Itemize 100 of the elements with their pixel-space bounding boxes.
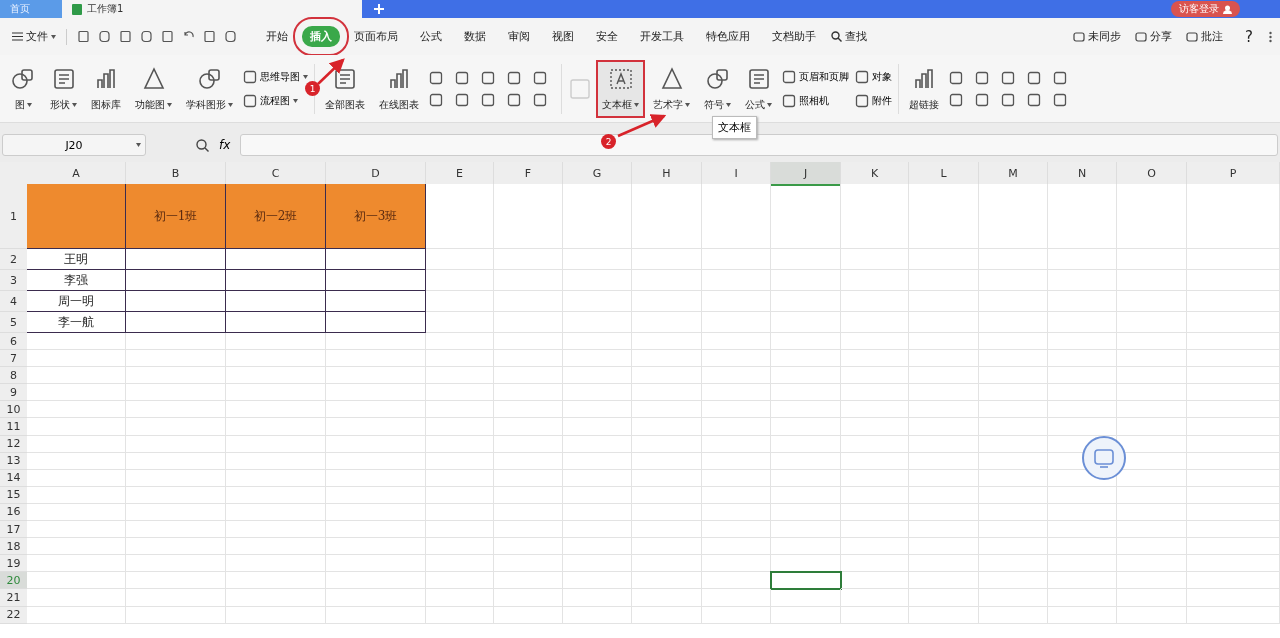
ribbon-button[interactable]: 形状 <box>46 61 81 116</box>
ribbon-button[interactable]: 思维导图 <box>243 69 308 84</box>
column-header[interactable]: F <box>494 162 563 184</box>
column-header[interactable]: D <box>326 162 426 184</box>
document-tab[interactable]: 工作簿1 <box>62 0 362 18</box>
ribbon-tab[interactable]: 视图 <box>544 26 582 47</box>
ribbon-button[interactable]: 公式 <box>741 61 776 116</box>
zoom-icon[interactable] <box>196 138 209 152</box>
ribbon-button[interactable]: 功能图 <box>131 61 176 116</box>
row-header[interactable]: 17 <box>0 521 27 539</box>
ribbon-tab[interactable]: 开发工具 <box>632 26 692 47</box>
grid-cell <box>426 606 494 624</box>
grid-cell <box>771 384 841 402</box>
ribbon-button[interactable]: 图标库 <box>87 61 125 116</box>
column-header[interactable]: L <box>909 162 979 184</box>
ribbon-button[interactable]: 页眉和页脚 <box>782 69 849 84</box>
grid-cell <box>1117 312 1187 333</box>
ribbon-button[interactable]: 学科图形 <box>182 61 237 116</box>
ribbon-icon <box>975 70 989 85</box>
ribbon-button[interactable]: 全部图表 <box>321 61 369 116</box>
grid-cell <box>632 521 702 539</box>
grid-cell <box>494 538 563 556</box>
action-button[interactable]: 批注 <box>1182 29 1228 44</box>
row-header[interactable]: 9 <box>0 384 27 402</box>
grid-cell <box>841 452 909 470</box>
caret-icon <box>685 102 690 107</box>
row-header[interactable]: 3 <box>0 270 27 291</box>
ribbon-button[interactable]: 符号 <box>700 61 735 116</box>
row-header[interactable]: 21 <box>0 589 27 607</box>
column-header[interactable]: P <box>1187 162 1280 184</box>
column-header[interactable]: I <box>702 162 771 184</box>
help-button[interactable]: ? <box>1241 27 1257 46</box>
row-header[interactable]: 7 <box>0 350 27 368</box>
row-header[interactable]: 19 <box>0 555 27 573</box>
assistant-float-icon[interactable] <box>1082 436 1126 480</box>
more-icon[interactable] <box>1269 30 1272 43</box>
header-cell: 初一1班 <box>126 184 226 249</box>
file-menu[interactable]: 文件 <box>8 29 60 44</box>
grid-cell <box>771 452 841 470</box>
name-box[interactable]: J20 <box>2 134 146 156</box>
ribbon-button[interactable]: 文本框 <box>598 61 643 116</box>
column-header[interactable]: A <box>27 162 126 184</box>
grid-cell <box>426 333 494 351</box>
grid-cell <box>1048 606 1117 624</box>
ribbon-tab[interactable]: 开始 <box>258 26 296 47</box>
new-tab-icon[interactable] <box>374 1 384 17</box>
column-header[interactable]: K <box>841 162 909 184</box>
column-header[interactable]: J <box>771 162 841 186</box>
ribbon-button[interactable]: 附件 <box>855 93 892 108</box>
column-header[interactable]: N <box>1048 162 1117 184</box>
row-header[interactable]: 1 <box>0 184 27 249</box>
ribbon-tab[interactable]: 审阅 <box>500 26 538 47</box>
row-header[interactable]: 2 <box>0 249 27 270</box>
grid-cell <box>909 333 979 351</box>
ribbon-icon <box>481 92 495 107</box>
grid-cell <box>426 249 494 270</box>
grid-cell <box>563 555 632 573</box>
ribbon-button[interactable]: 流程图 <box>243 93 308 108</box>
function-label[interactable]: fx <box>219 138 231 152</box>
column-header[interactable]: E <box>426 162 494 184</box>
column-header[interactable]: G <box>563 162 632 184</box>
ribbon-button[interactable]: 图 <box>6 61 40 116</box>
ribbon-icon <box>975 92 989 107</box>
find-button[interactable]: 查找 <box>827 29 871 44</box>
header-cell: 初一2班 <box>226 184 326 249</box>
row-header[interactable]: 6 <box>0 333 27 351</box>
ribbon-button[interactable]: 艺术字 <box>649 61 694 116</box>
ribbon-tab[interactable]: 页面布局 <box>346 26 406 47</box>
ribbon-tab[interactable]: 数据 <box>456 26 494 47</box>
row-header[interactable]: 4 <box>0 291 27 312</box>
ribbon-button[interactable]: 对象 <box>855 69 892 84</box>
grid-cell <box>771 270 841 291</box>
ribbon-button[interactable]: 超链接 <box>905 61 943 116</box>
row-header[interactable]: 8 <box>0 367 27 385</box>
ribbon-button[interactable]: 照相机 <box>782 93 849 108</box>
grid-cell <box>494 249 563 270</box>
row-header[interactable]: 5 <box>0 312 27 333</box>
ribbon-tab[interactable]: 安全 <box>588 26 626 47</box>
ribbon-tab[interactable]: 特色应用 <box>698 26 758 47</box>
grid-cell <box>979 418 1048 436</box>
row-header[interactable]: 18 <box>0 538 27 556</box>
row-header[interactable]: 10 <box>0 401 27 419</box>
column-header[interactable]: O <box>1117 162 1187 184</box>
column-header[interactable]: M <box>979 162 1048 184</box>
ribbon-button[interactable]: 在线图表 <box>375 61 423 116</box>
formula-input[interactable] <box>240 134 1278 156</box>
column-header[interactable]: B <box>126 162 226 184</box>
column-header[interactable]: C <box>226 162 326 184</box>
action-button[interactable]: 未同步 <box>1069 29 1126 44</box>
grid-cell <box>841 333 909 351</box>
action-button[interactable]: 分享 <box>1131 29 1177 44</box>
column-header[interactable]: H <box>632 162 702 184</box>
grid-cell <box>426 486 494 504</box>
grid-cell <box>1048 270 1117 291</box>
login-button[interactable]: 访客登录 <box>1171 1 1240 17</box>
row-header[interactable]: 11 <box>0 418 27 436</box>
grid-cell <box>494 401 563 419</box>
grid-cell <box>702 606 771 624</box>
ribbon-tab[interactable]: 公式 <box>412 26 450 47</box>
ribbon-tab[interactable]: 文档助手 <box>764 26 824 47</box>
